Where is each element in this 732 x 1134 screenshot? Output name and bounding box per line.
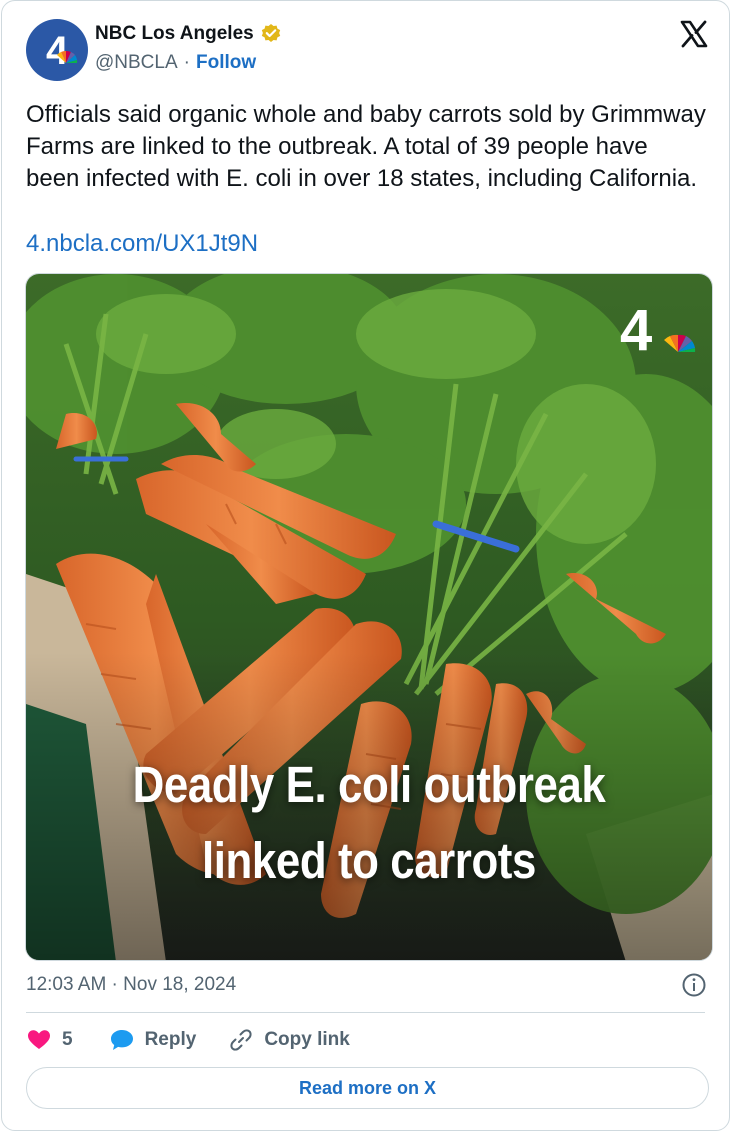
read-more-button[interactable]: Read more on X xyxy=(26,1067,709,1109)
reply-label: Reply xyxy=(144,1029,197,1050)
tweet-actions: 5 Reply Copy link xyxy=(26,1025,382,1055)
follow-button[interactable]: Follow xyxy=(196,52,256,74)
reply-bubble-icon xyxy=(110,1030,133,1050)
author-name-row: NBC Los Angeles xyxy=(95,23,282,45)
info-icon[interactable] xyxy=(681,972,707,998)
divider xyxy=(26,1012,705,1013)
tweet-media-image[interactable]: 4 Deadly E. coli outbreak linked to carr… xyxy=(25,273,713,961)
tweet-text: Officials said organic whole and baby ca… xyxy=(26,101,706,192)
copy-link-label: Copy link xyxy=(264,1029,350,1050)
tweet-card: 4 NBC Los Angeles @NBCLA · Follow Offici… xyxy=(1,0,730,1131)
tweet-link[interactable]: 4.nbcla.com/UX1Jt9N xyxy=(26,228,258,260)
x-logo-icon[interactable] xyxy=(679,19,709,49)
heart-icon xyxy=(28,1030,50,1049)
like-button[interactable]: 5 xyxy=(26,1027,73,1053)
author-handle-row: @NBCLA · Follow xyxy=(95,52,256,74)
logo4-number: 4 xyxy=(620,300,652,358)
tweet-timestamp[interactable]: 12:03 AM · Nov 18, 2024 xyxy=(26,974,236,996)
author-name[interactable]: NBC Los Angeles xyxy=(95,23,254,45)
nbc4-logo-icon: 4 xyxy=(620,300,696,358)
separator-dot: · xyxy=(183,52,190,73)
avatar[interactable]: 4 xyxy=(26,19,88,81)
reply-button[interactable]: Reply xyxy=(109,1027,197,1053)
link-icon xyxy=(230,1029,252,1051)
like-count: 5 xyxy=(62,1029,73,1050)
verified-badge-icon xyxy=(261,24,280,42)
logo4-peacock-icon xyxy=(664,334,696,352)
media-headline-line1: Deadly E. coli outbreak xyxy=(132,756,606,813)
read-more-label: Read more on X xyxy=(298,1077,437,1098)
copy-link-button[interactable]: Copy link xyxy=(228,1027,350,1053)
media-headline-line2: linked to carrots xyxy=(202,832,536,889)
author-handle[interactable]: @NBCLA xyxy=(95,52,178,74)
